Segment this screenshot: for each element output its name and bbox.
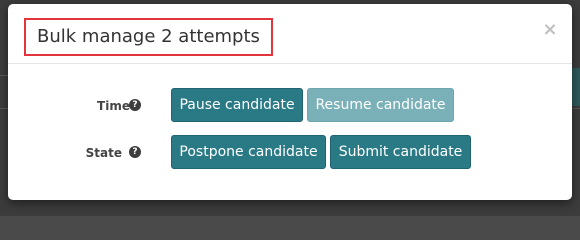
resume-candidate-button[interactable]: Resume candidate bbox=[307, 88, 454, 122]
close-button[interactable]: × bbox=[542, 20, 558, 40]
pause-candidate-button[interactable]: Pause candidate bbox=[171, 88, 303, 122]
bulk-manage-dialog: Bulk manage 2 attempts × Time ? Pause ca… bbox=[8, 4, 572, 200]
postpone-candidate-button[interactable]: Postpone candidate bbox=[171, 135, 326, 169]
time-label: Time bbox=[97, 99, 130, 113]
dialog-header: Bulk manage 2 attempts × bbox=[8, 4, 572, 64]
dialog-title: Bulk manage 2 attempts bbox=[24, 18, 273, 56]
state-row: State ? Postpone candidate Submit candid… bbox=[8, 135, 572, 171]
submit-candidate-button[interactable]: Submit candidate bbox=[330, 135, 471, 169]
question-circle-icon[interactable]: ? bbox=[129, 99, 141, 111]
time-row: Time ? Pause candidate Resume candidate bbox=[8, 88, 572, 124]
state-label: State bbox=[85, 146, 122, 160]
question-circle-icon[interactable]: ? bbox=[129, 146, 141, 158]
